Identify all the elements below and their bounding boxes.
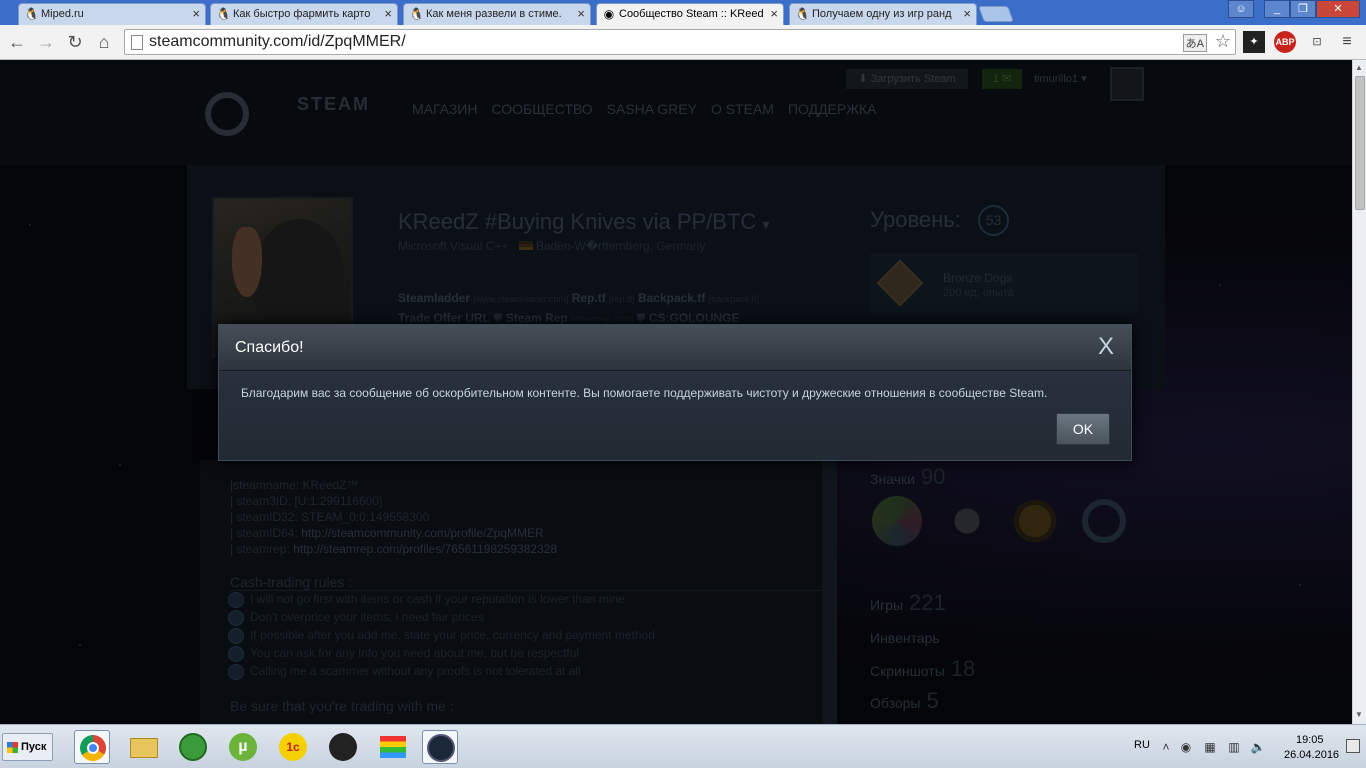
miped-icon: 🐧 [24, 7, 39, 21]
bookmark-star-icon[interactable]: ☆ [1215, 31, 1231, 52]
scroll-down-icon[interactable]: ▼ [1355, 710, 1363, 719]
thank-you-dialog: Спасибо! X Благодарим вас за сообщение о… [218, 324, 1132, 461]
windows-flag-icon [7, 742, 18, 753]
chrome-taskbar-icon[interactable] [74, 730, 110, 764]
windows-taskbar: Пуск µ 1c RU ˄ ◉ ▦ ▥ 🔈 19:05 26.04.2016 [0, 724, 1366, 768]
language-indicator[interactable]: RU [1134, 739, 1150, 751]
start-button[interactable]: Пуск [2, 733, 53, 761]
browser-tab[interactable]: 🐧 Получаем одну из игр ранд × [789, 3, 977, 25]
menu-icon[interactable]: ≡ [1336, 31, 1358, 53]
minimize-button[interactable]: _ [1264, 0, 1290, 18]
browser-tab[interactable]: 🐧 Как меня развели в стиме. × [403, 3, 591, 25]
close-icon[interactable]: × [192, 4, 200, 24]
page-icon [131, 35, 143, 50]
forward-icon[interactable]: → [35, 31, 57, 53]
reload-icon[interactable]: ↻ [64, 31, 86, 53]
dialog-titlebar: Спасибо! X [219, 325, 1131, 371]
tab-title: Как меня развели в стиме. [426, 8, 562, 20]
tab-title: Как быстро фармить карто [233, 8, 371, 20]
dialog-title: Спасибо! [235, 339, 304, 356]
tab-title: Сообщество Steam :: KReed [619, 8, 764, 20]
adblock-icon[interactable]: ABP [1274, 31, 1296, 53]
browser-toolbar: ← → ↻ ⌂ steamcommunity.com/id/ZpqMMER/ あ… [0, 25, 1366, 60]
scrollbar-thumb[interactable] [1355, 76, 1365, 210]
utorrent-taskbar-icon[interactable]: µ [226, 730, 262, 764]
browser-tab-strip: 🐧 Miped.ru × 🐧 Как быстро фармить карто … [0, 0, 1366, 25]
translate-icon[interactable]: あA [1182, 34, 1207, 52]
close-icon[interactable]: × [384, 4, 392, 24]
miped-icon: 🐧 [409, 7, 424, 21]
miped-icon: 🐧 [216, 7, 231, 21]
usb-icon[interactable]: ▥ [1226, 739, 1242, 755]
steam-taskbar-icon[interactable] [422, 730, 458, 764]
csgo-taskbar-icon[interactable] [326, 730, 362, 764]
new-tab-button[interactable] [978, 6, 1014, 22]
address-url: steamcommunity.com/id/ZpqMMER/ [149, 33, 406, 50]
steam-icon: ◉ [603, 7, 615, 21]
chevron-up-icon[interactable]: ˄ [1158, 739, 1174, 755]
browser-tab[interactable]: 🐧 Как быстро фармить карто × [210, 3, 398, 25]
1c-taskbar-icon[interactable]: 1c [276, 730, 312, 764]
user-profile-icon[interactable]: ☺ [1228, 0, 1254, 18]
network-icon[interactable]: ▦ [1202, 739, 1218, 755]
close-icon[interactable]: × [770, 4, 778, 24]
page-scrollbar[interactable]: ▲ ▼ [1352, 60, 1366, 724]
close-icon[interactable]: X [1093, 334, 1119, 360]
window-close-button[interactable]: ✕ [1316, 0, 1360, 18]
close-icon[interactable]: × [577, 4, 585, 24]
clock-date[interactable]: 26.04.2016 [1284, 749, 1339, 761]
dialog-message: Благодарим вас за сообщение об оскорбите… [241, 386, 1048, 400]
network-monitor-taskbar-icon[interactable] [176, 730, 212, 764]
home-icon[interactable]: ⌂ [93, 31, 115, 53]
browser-tab[interactable]: 🐧 Miped.ru × [18, 3, 206, 25]
csgo-extension-icon[interactable]: ✦ [1243, 31, 1265, 53]
volume-icon[interactable]: 🔈 [1250, 739, 1266, 755]
screenshot-extension-icon[interactable]: ⊡ [1306, 31, 1328, 53]
steam-tray-icon[interactable]: ◉ [1178, 739, 1194, 755]
back-icon[interactable]: ← [6, 31, 28, 53]
system-tray: ˄ ◉ ▦ ▥ 🔈 [1158, 733, 1288, 761]
address-bar[interactable]: steamcommunity.com/id/ZpqMMER/ あA ☆ [124, 29, 1236, 55]
ok-button[interactable]: OK [1056, 413, 1110, 445]
tab-title: Miped.ru [41, 8, 84, 20]
tab-title: Получаем одну из игр ранд [812, 8, 952, 20]
scroll-up-icon[interactable]: ▲ [1355, 63, 1363, 72]
window-controls: ☺ _ ❐ ✕ [1228, 0, 1360, 18]
close-icon[interactable]: × [963, 4, 971, 24]
clock-time[interactable]: 19:05 [1296, 734, 1324, 746]
miped-icon: 🐧 [795, 7, 810, 21]
show-desktop-button[interactable] [1346, 739, 1360, 753]
restore-button[interactable]: ❐ [1290, 0, 1316, 18]
bluestacks-taskbar-icon[interactable] [376, 730, 412, 764]
browser-tab-active[interactable]: ◉ Сообщество Steam :: KReed × [596, 3, 784, 25]
explorer-taskbar-icon[interactable] [126, 730, 162, 764]
